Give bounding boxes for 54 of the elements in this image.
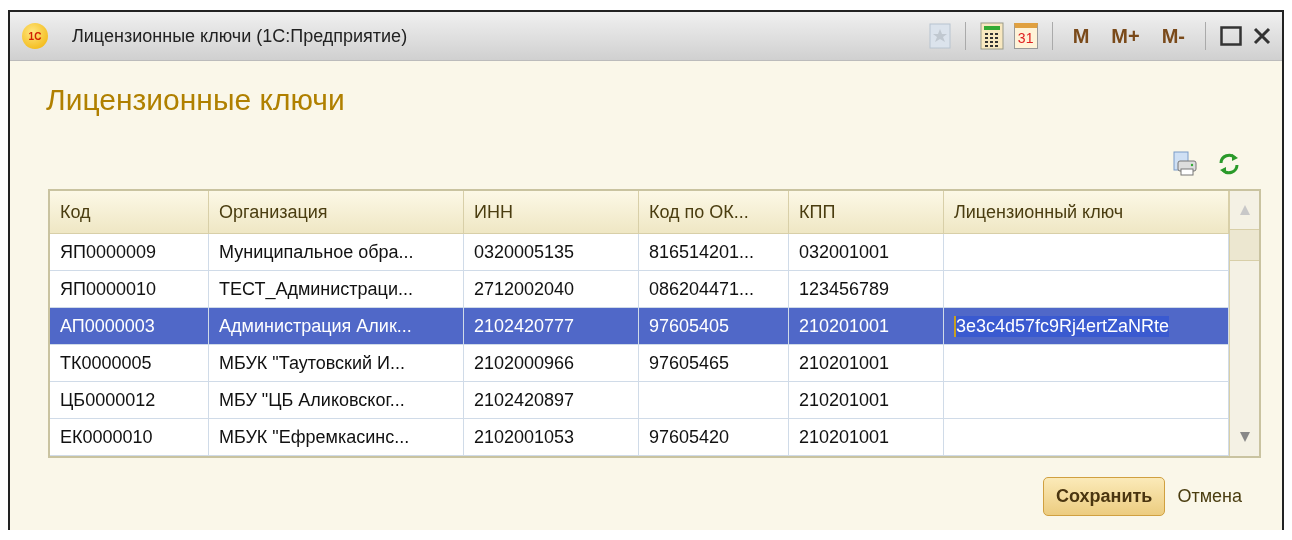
column-header[interactable]: Лицензионный ключ [944,191,1229,234]
table-cell[interactable]: 0320005135 [464,234,639,271]
printer-icon[interactable] [1172,151,1198,177]
table-cell[interactable]: Муниципальное обра... [209,234,464,271]
table-cell[interactable]: МБУК "Таутовский И... [209,345,464,382]
table-cell[interactable]: 97605405 [639,308,789,345]
memory-button[interactable]: M- [1155,24,1191,48]
column-header[interactable]: КПП [789,191,944,234]
table-cell[interactable]: ЯП0000009 [50,234,209,271]
favorite-icon[interactable] [928,23,951,49]
table-cell[interactable]: 032001001 [789,234,944,271]
scrollbar[interactable] [1229,191,1259,456]
table-cell[interactable]: Администрация Алик... [209,308,464,345]
close-icon[interactable] [1252,26,1272,46]
table-cell[interactable]: 123456789 [789,271,944,308]
table-cell[interactable]: 210201001 [789,419,944,456]
table-cell[interactable]: 3e3c4d57fc9Rj4ertZaNRte [944,308,1229,345]
table-cell[interactable]: 210201001 [789,345,944,382]
window-title: Лицензионные ключи (1С:Предприятие) [72,25,409,47]
maximize-icon[interactable] [1220,26,1242,46]
table-cell[interactable]: ЦБ0000012 [50,382,209,419]
app-logo: 1С [22,23,48,49]
calendar-icon[interactable]: 31 [1013,23,1038,49]
table-cell[interactable]: ЕК0000010 [50,419,209,456]
memory-button[interactable]: M [1066,24,1096,48]
form-heading: Лицензионные ключи [46,83,346,117]
table-cell[interactable]: ТЕСТ_Администраци... [209,271,464,308]
table-cell[interactable]: ЯП0000010 [50,271,209,308]
save-button[interactable]: Сохранить [1043,477,1166,516]
memory-button[interactable]: M+ [1105,24,1146,48]
table-cell[interactable]: 210201001 [789,382,944,419]
table-cell[interactable]: МБУ "ЦБ Аликовског... [209,382,464,419]
scroll-up-icon[interactable] [1238,204,1251,216]
table-cell[interactable]: 97605420 [639,419,789,456]
scroll-thumb[interactable] [1230,229,1259,261]
column-header[interactable]: Организация [209,191,464,234]
cancel-link[interactable]: Отмена [1177,486,1242,507]
table-cell[interactable]: 2102420777 [464,308,639,345]
table-cell[interactable]: 816514201... [639,234,789,271]
table-cell[interactable]: 086204471... [639,271,789,308]
column-header[interactable]: Код по ОК... [639,191,789,234]
column-header[interactable]: ИНН [464,191,639,234]
table-cell[interactable]: 2102420897 [464,382,639,419]
table-cell[interactable]: 97605465 [639,345,789,382]
table-cell[interactable]: 2712002040 [464,271,639,308]
table-cell[interactable]: МБУК "Ефремкасинс... [209,419,464,456]
table-cell[interactable]: АП0000003 [50,308,209,345]
table-cell[interactable]: 2102001053 [464,419,639,456]
table-cell[interactable]: 210201001 [789,308,944,345]
column-header[interactable]: Код [50,191,209,234]
calculator-icon[interactable] [979,22,1004,50]
scroll-down-icon[interactable] [1238,431,1251,443]
table-cell[interactable]: ТК0000005 [50,345,209,382]
table-cell[interactable]: 2102000966 [464,345,639,382]
